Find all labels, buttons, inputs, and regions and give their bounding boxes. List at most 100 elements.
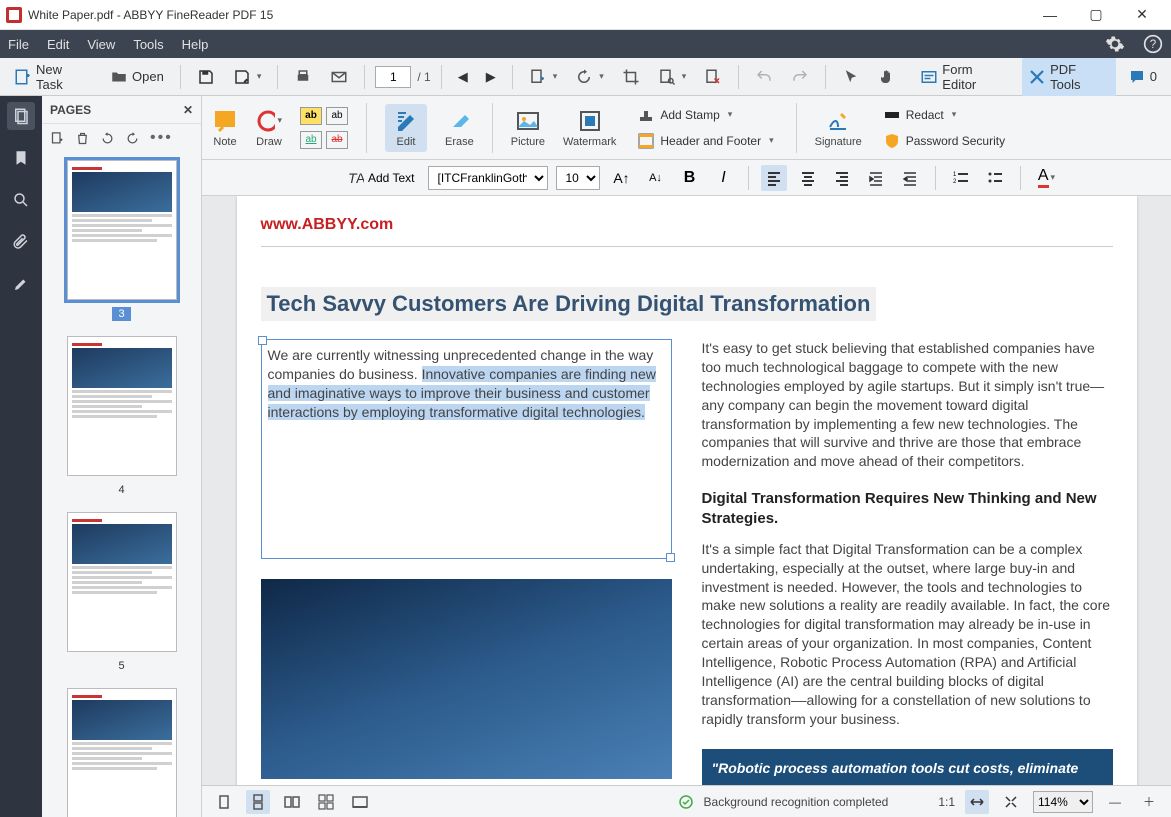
view-fullscreen-button[interactable] [348,790,372,814]
zoom-in-button[interactable]: ＋ [1137,790,1161,814]
minimize-button[interactable]: — [1027,0,1073,30]
rail-attachments[interactable] [7,228,35,256]
doc-link[interactable]: www.ABBYY.com [261,216,1113,247]
next-page-button[interactable]: ▶ [480,65,502,89]
add-text-button[interactable]: TA Add Text [340,165,420,191]
email-button[interactable] [324,64,354,90]
view-two-continuous-button[interactable] [314,790,338,814]
align-left-button[interactable] [761,165,787,191]
rail-pages[interactable] [7,102,35,130]
add-page-button[interactable]: ▾ [523,64,564,90]
editable-text-box[interactable]: We are currently witnessing unprecedente… [261,339,672,559]
highlight-clear-tool[interactable]: ab [326,107,348,125]
menu-edit[interactable]: Edit [47,37,69,52]
indent-button[interactable] [863,165,889,191]
erase-tool[interactable]: Erase [445,108,474,148]
zoom-ratio[interactable]: 1:1 [938,795,955,809]
new-task-button[interactable]: New Task [8,58,98,96]
rail-signature[interactable] [7,270,35,298]
note-icon [213,109,237,133]
edit-tool[interactable]: Edit [385,104,427,152]
add-stamp-button[interactable]: Add Stamp▾ [634,105,777,125]
font-size-select[interactable]: 10 [556,166,600,190]
pointer-button[interactable] [836,64,866,90]
rotate-button[interactable]: ▾ [569,64,610,90]
page-number-input[interactable] [375,66,411,88]
trash-icon[interactable] [75,131,90,146]
view-continuous-button[interactable] [246,790,270,814]
pdf-tools-button[interactable]: PDF Tools [1022,58,1116,96]
hand-button[interactable] [872,64,902,90]
underline-tool[interactable]: ab [300,131,322,149]
comments-button[interactable]: 0 [1122,64,1163,90]
hand-icon [878,68,896,86]
crop-button[interactable] [616,64,646,90]
zoom-out-button[interactable]: — [1103,790,1127,814]
menu-file[interactable]: File [8,37,29,52]
italic-button[interactable]: I [710,165,736,191]
align-right-button[interactable] [829,165,855,191]
document-viewport[interactable]: www.ABBYY.com Tech Savvy Customers Are D… [202,196,1171,785]
rotate-ccw-icon[interactable] [100,131,115,146]
font-color-button[interactable]: A▾ [1033,165,1059,191]
signature-tool[interactable]: Signature [815,108,862,148]
draw-tool[interactable]: ▾ Draw [256,108,282,148]
doc-subheading[interactable]: Digital Transformation Requires New Thin… [702,489,1113,530]
password-button[interactable]: Password Security [880,131,1009,151]
doc-heading[interactable]: Tech Savvy Customers Are Driving Digital… [261,287,877,321]
align-center-button[interactable] [795,165,821,191]
help-icon[interactable]: ? [1143,34,1163,54]
bulleted-list-button[interactable] [982,165,1008,191]
font-family-select[interactable]: [ITCFranklinGothic] [428,166,548,190]
header-footer-button[interactable]: Header and Footer▾ [634,131,777,151]
outdent-button[interactable] [897,165,923,191]
undo-button[interactable] [749,64,779,90]
bold-button[interactable]: B [676,165,702,191]
menu-view[interactable]: View [87,37,115,52]
fit-page-button[interactable] [999,790,1023,814]
rail-search[interactable] [7,186,35,214]
save-button[interactable] [191,64,221,90]
save-as-button[interactable]: ▾ [227,64,268,90]
note-tool[interactable]: Note [212,108,238,148]
doc-p2[interactable]: It's easy to get stuck believing that es… [702,339,1113,471]
thumbnail-page-3[interactable]: 3 [50,160,193,322]
increase-font-button[interactable]: A↑ [608,165,634,191]
form-editor-button[interactable]: Form Editor [914,58,1016,96]
thumbnail-page-5[interactable]: 5 [50,512,193,674]
more-icon[interactable]: ••• [150,129,173,147]
view-two-page-button[interactable] [280,790,304,814]
menu-help[interactable]: Help [182,37,209,52]
thumbnail-page-4[interactable]: 4 [50,336,193,498]
decrease-font-button[interactable]: A↓ [642,165,668,191]
thumbnail-page-6[interactable]: 6 [50,688,193,817]
pages-panel-close[interactable]: ✕ [183,103,193,117]
doc-p3[interactable]: It's a simple fact that Digital Transfor… [702,540,1113,729]
save-as-icon [233,68,251,86]
redo-button[interactable] [785,64,815,90]
view-single-button[interactable] [212,790,236,814]
add-page-icon[interactable] [50,131,65,146]
maximize-button[interactable]: ▢ [1073,0,1119,30]
watermark-tool[interactable]: Watermark [563,108,616,148]
highlight-yellow-tool[interactable]: ab [300,107,322,125]
doc-image[interactable] [261,579,672,779]
redact-button[interactable]: Redact▾ [880,105,1009,125]
print-button[interactable] [288,64,318,90]
open-button[interactable]: Open [104,64,170,90]
format-bar: TA Add Text [ITCFranklinGothic] 10 A↑ A↓… [202,160,1171,196]
numbered-list-button[interactable]: 12 [948,165,974,191]
prev-page-button[interactable]: ◀ [452,65,474,89]
rotate-cw-icon[interactable] [125,131,140,146]
rail-bookmarks[interactable] [7,144,35,172]
strikethrough-tool[interactable]: ab [326,131,348,149]
menu-tools[interactable]: Tools [133,37,163,52]
delete-page-button[interactable] [698,64,728,90]
search-doc-button[interactable]: ▾ [652,64,693,90]
zoom-select[interactable]: 114% [1033,791,1093,813]
settings-icon[interactable] [1105,34,1125,54]
close-button[interactable]: ✕ [1119,0,1165,30]
fit-width-button[interactable] [965,790,989,814]
doc-callout[interactable]: "Robotic process automation tools cut co… [702,749,1113,785]
picture-tool[interactable]: Picture [511,108,545,148]
